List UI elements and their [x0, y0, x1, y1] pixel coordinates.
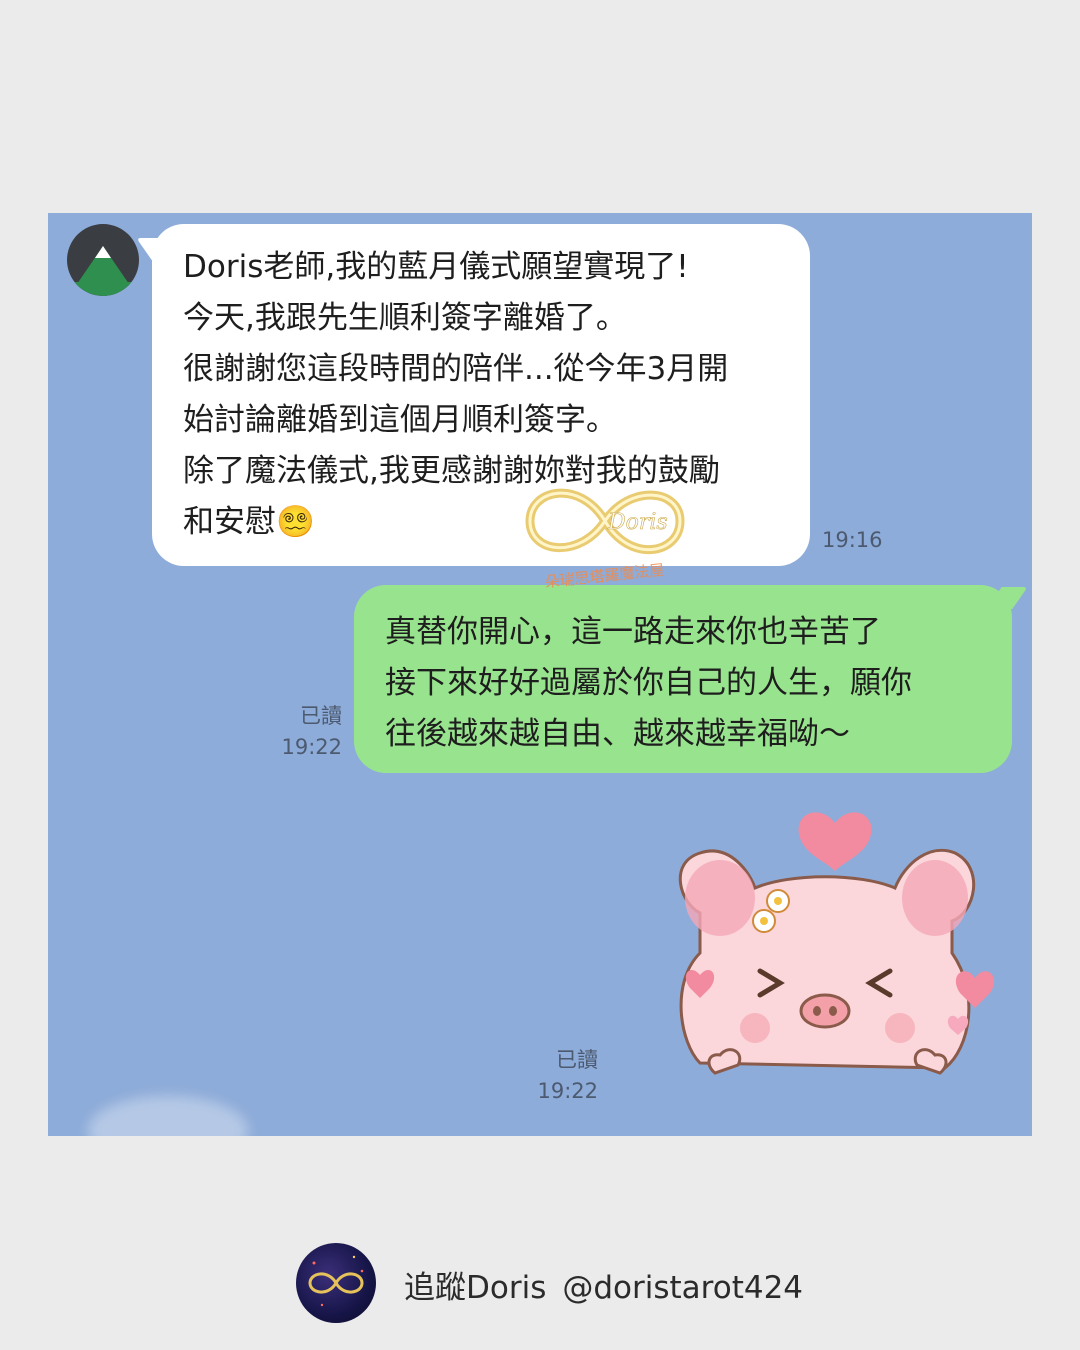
message-line: 真替你開心，這一路走來你也辛苦了 [385, 614, 881, 650]
pig-sticker-icon[interactable] [660, 803, 1000, 1113]
footer: 追蹤Doris @doristarot424 [0, 1240, 1080, 1323]
contact-avatar[interactable] [67, 224, 139, 296]
message-line: Doris老師,我的藍月儀式願望實現了! [183, 249, 689, 285]
infinity-logo-icon [308, 1255, 364, 1307]
message-line: 除了魔法儀式,我更感謝謝妳對我的鼓勵 [183, 453, 720, 489]
chat-area: Doris老師,我的藍月儀式願望實現了! 今天,我跟先生順利簽字離婚了。 很謝謝… [48, 213, 1032, 1136]
message-line: 今天,我跟先生順利簽字離婚了。 [183, 300, 627, 336]
message-line-last: 和安慰😵‍💫 [183, 497, 810, 548]
watermark-subtitle: 朵瑞思塔羅魔法屋 [544, 561, 665, 591]
follow-text: 追蹤Doris @doristarot424 [404, 1262, 803, 1307]
read-label: 已讀 [556, 1048, 598, 1072]
watermark-brand: Doris [607, 510, 668, 535]
dizzy-face-emoji-icon: 😵‍💫 [276, 504, 315, 540]
doris-avatar[interactable] [296, 1243, 376, 1323]
social-handle[interactable]: @doristarot424 [562, 1270, 803, 1306]
message-line: 往後越來越自由、越來越幸福呦～ [385, 716, 850, 752]
follow-label: 追蹤Doris [404, 1270, 547, 1306]
message-line: 很謝謝您這段時間的陪伴...從今年3月開 [183, 351, 729, 387]
message-line: 始討論離婚到這個月順利簽字。 [183, 402, 617, 438]
read-label: 已讀 [300, 704, 342, 728]
message-timestamp: 19:16 [822, 528, 883, 552]
message-line: 和安慰 [183, 504, 276, 540]
message-line: 接下來好好過屬於你自己的人生，願你 [385, 665, 912, 701]
doris-logo-watermark-icon: Doris 朵瑞思塔羅魔法屋 [525, 488, 685, 591]
read-receipt: 已讀 19:22 [248, 701, 342, 763]
incoming-message-bubble[interactable]: Doris老師,我的藍月儀式願望實現了! 今天,我跟先生順利簽字離婚了。 很謝謝… [152, 224, 810, 566]
read-receipt: 已讀 19:22 [518, 1045, 598, 1107]
cloud-decoration [88, 1096, 248, 1136]
message-timestamp: 19:22 [537, 1079, 598, 1103]
outgoing-message-bubble[interactable]: 真替你開心，這一路走來你也辛苦了 接下來好好過屬於你自己的人生，願你 往後越來越… [354, 585, 1012, 773]
mountain-icon [67, 246, 139, 296]
message-timestamp: 19:22 [281, 735, 342, 759]
